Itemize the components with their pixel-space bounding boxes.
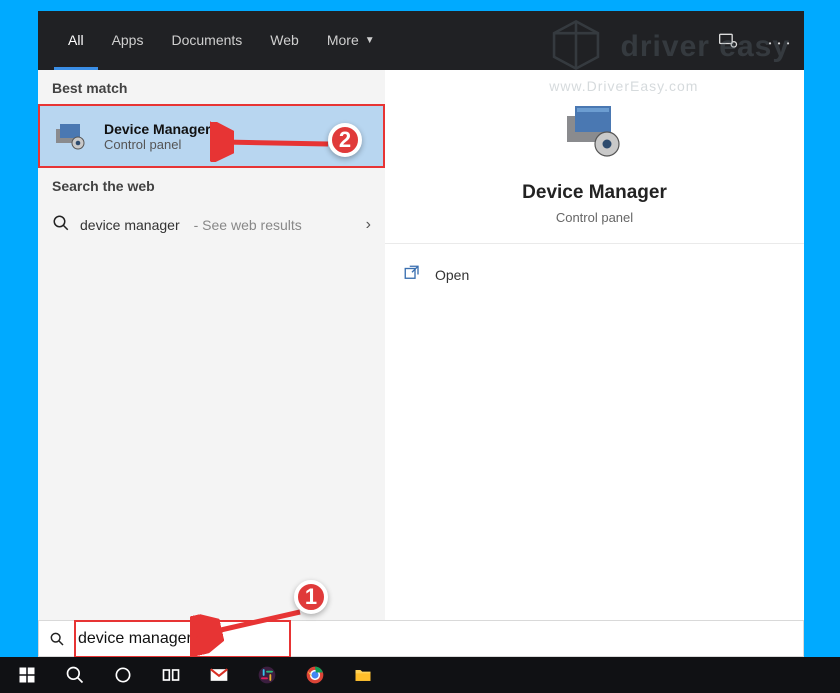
device-manager-icon [54, 119, 88, 153]
taskbar-app-slack[interactable] [244, 657, 290, 693]
search-input-icon [39, 631, 75, 647]
search-body: Best match Device Manager Control panel … [38, 70, 804, 620]
open-icon [403, 264, 421, 285]
taskbar-app-gmail[interactable] [196, 657, 242, 693]
detail-column: Device Manager Control panel Open [385, 70, 804, 620]
callout-2: 2 [328, 123, 362, 157]
tab-all[interactable]: All [54, 11, 98, 70]
taskbar-app-file-explorer[interactable] [340, 657, 386, 693]
search-panel: All Apps Documents Web More ▼ Best match [38, 11, 804, 657]
tab-documents[interactable]: Documents [157, 11, 256, 70]
taskbar-app-chrome[interactable] [292, 657, 338, 693]
web-result-suffix: - See web results [194, 217, 302, 233]
open-action[interactable]: Open [403, 258, 786, 291]
detail-title: Device Manager [395, 182, 794, 204]
detail-actions: Open [385, 244, 804, 305]
detail-header: Device Manager Control panel [385, 70, 804, 244]
callout-1: 1 [294, 580, 328, 614]
best-match-title: Device Manager [104, 121, 211, 137]
start-button[interactable] [4, 657, 50, 693]
device-manager-large-icon [563, 104, 627, 168]
feedback-icon[interactable] [714, 27, 742, 55]
search-tabs: All Apps Documents Web More ▼ [38, 11, 804, 70]
web-result-row[interactable]: device manager - See web results › [38, 202, 385, 247]
search-input-row [38, 620, 804, 657]
taskbar-search-button[interactable] [52, 657, 98, 693]
taskbar [0, 657, 840, 693]
search-web-label: Search the web [38, 168, 385, 202]
best-match-label: Best match [38, 70, 385, 104]
chevron-right-icon: › [366, 216, 371, 234]
tab-web[interactable]: Web [256, 11, 313, 70]
tab-apps[interactable]: Apps [98, 11, 158, 70]
tab-more[interactable]: More ▼ [313, 11, 389, 70]
detail-subtitle: Control panel [395, 210, 794, 225]
cortana-button[interactable] [100, 657, 146, 693]
best-match-subtitle: Control panel [104, 137, 211, 152]
more-options-icon[interactable] [766, 27, 794, 55]
task-view-button[interactable] [148, 657, 194, 693]
chevron-down-icon: ▼ [365, 11, 375, 70]
open-label: Open [435, 267, 469, 283]
tab-more-label: More [327, 11, 359, 70]
web-result-query: device manager [80, 217, 180, 233]
search-icon [52, 214, 70, 235]
